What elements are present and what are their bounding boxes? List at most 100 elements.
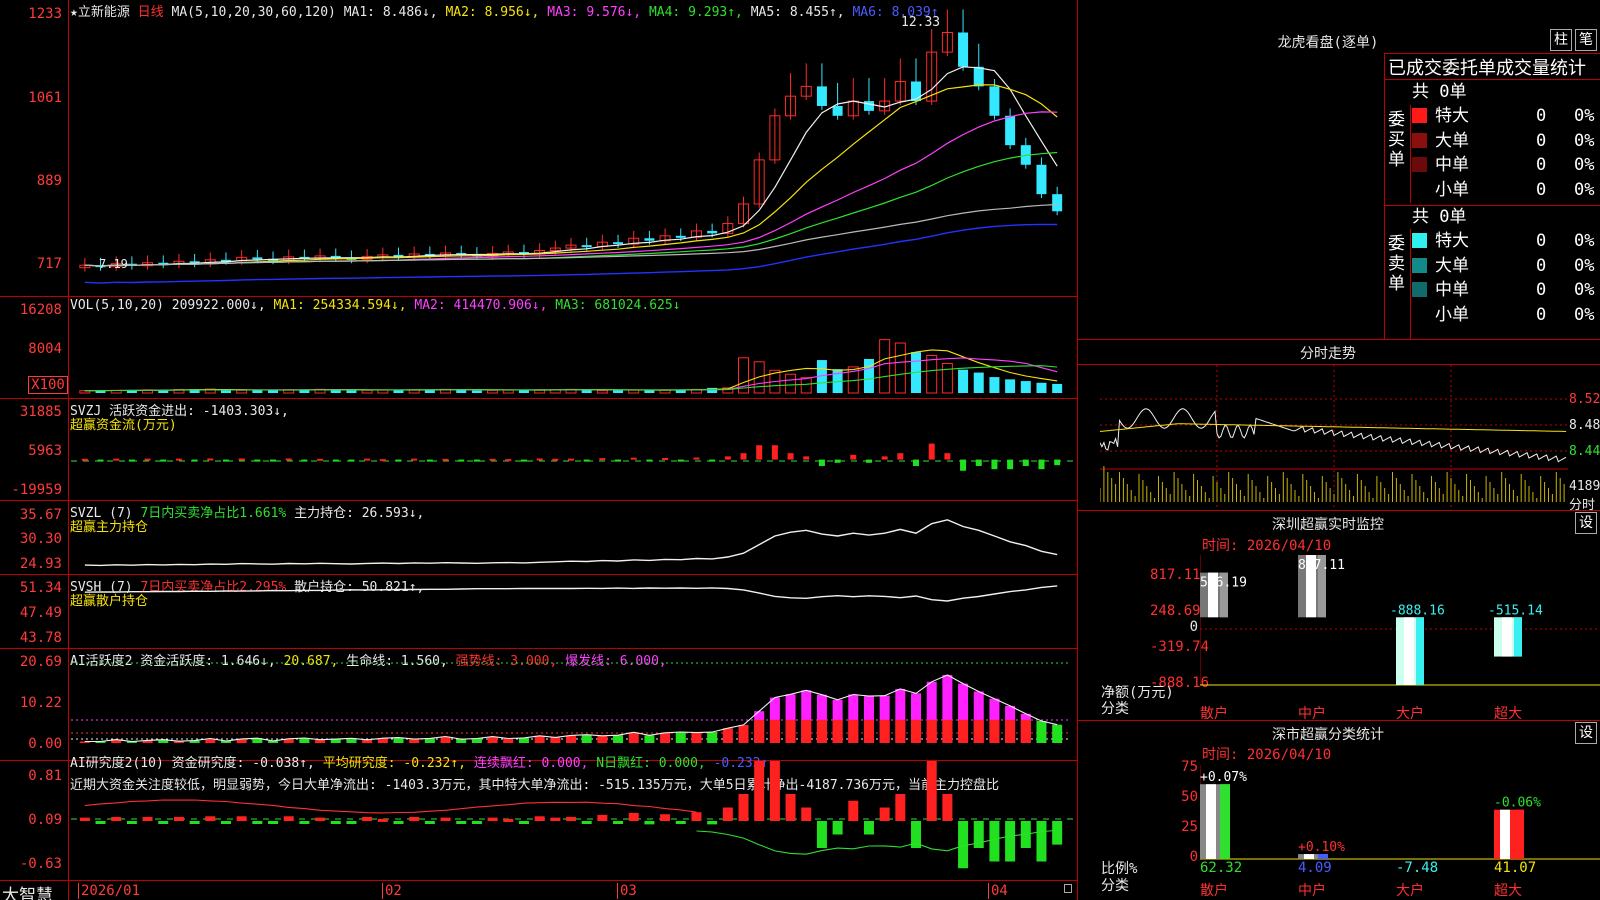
classify-bottom-value: 4.09	[1298, 860, 1332, 876]
svzj-bar	[897, 453, 903, 459]
buy-total: 共 0单	[1412, 80, 1466, 104]
svzl-ytick: 35.67	[0, 507, 62, 523]
order-type: 特大	[1435, 231, 1469, 251]
ai1-bar	[613, 735, 623, 743]
classify-bottom-value: 41.07	[1494, 860, 1536, 876]
ai1-bar	[707, 732, 717, 743]
lhb-bar-button[interactable]: 柱	[1550, 29, 1572, 51]
monitor-chart: 586.19817.11-888.16 -515.14	[1200, 555, 1600, 700]
bar-edge	[1220, 784, 1230, 859]
order-type: 大单	[1435, 131, 1469, 151]
svzj-bar	[788, 453, 794, 459]
svzj-bar	[333, 460, 339, 462]
ai1-bar	[1052, 725, 1062, 743]
monitor-value-label: -888.16	[1390, 603, 1445, 618]
ai1-bar	[644, 735, 654, 743]
sidebar-divider	[1077, 510, 1600, 511]
ai2-bar	[566, 817, 576, 821]
ai1-bar-base	[911, 720, 921, 743]
svzl-ytick: 24.93	[0, 556, 62, 572]
ai2-bar	[723, 808, 733, 822]
lhb-tick-button[interactable]: 笔	[1575, 29, 1597, 51]
candle-body	[252, 257, 262, 259]
svzj-bar	[176, 459, 182, 461]
color-swatch	[1412, 157, 1427, 172]
svzj-bar	[615, 460, 621, 462]
svzj-bar	[98, 460, 104, 462]
monitor-ytick: 817.11	[1150, 567, 1198, 583]
lock-icon[interactable]	[1064, 884, 1072, 893]
color-swatch	[1412, 133, 1427, 148]
volume-bar	[488, 390, 498, 393]
svzj-bar	[443, 459, 449, 461]
ai2-bar	[550, 818, 560, 821]
order-type: 大单	[1435, 256, 1469, 276]
ai1-bar-base	[974, 720, 984, 743]
ai2-bar	[754, 761, 764, 821]
candle-body	[974, 67, 984, 87]
svzj-bar	[913, 460, 919, 466]
candlestick-chart[interactable]: 12.33 7.19	[69, 0, 1077, 296]
monitor-settings-button[interactable]: 设	[1575, 512, 1597, 534]
order-row-2: 中单 0 0%	[1412, 278, 1598, 302]
classify-pct-label: -0.06%	[1494, 796, 1541, 811]
ai2-ytick: -0.63	[0, 856, 62, 872]
svzj-bar	[803, 456, 809, 459]
ai2-bar	[127, 821, 137, 824]
high-mark: 12.33	[901, 15, 940, 30]
classify-category: 大户	[1396, 880, 1424, 900]
monitor-value-label: 817.11	[1298, 558, 1345, 573]
ai2-bar	[927, 761, 937, 821]
x-axis-divider	[0, 880, 1077, 881]
order-pct: 0%	[1574, 254, 1594, 278]
ai2-bar	[848, 801, 858, 821]
svzj-bar	[348, 460, 354, 462]
bar-highlight	[1404, 617, 1414, 685]
volume-bar	[707, 388, 717, 393]
svzj-bar	[1007, 460, 1013, 470]
svzj-bar	[490, 459, 496, 461]
volume-bar	[942, 363, 952, 393]
candle-body	[833, 106, 843, 116]
classify-settings-button[interactable]: 设	[1575, 722, 1597, 744]
lhb-subtitle: 已成交委托单成交量统计	[1388, 54, 1586, 80]
ai2-bar	[739, 794, 749, 821]
ai2-bar	[268, 821, 278, 824]
lhb-title: 龙虎看盘(逐单)	[1078, 32, 1578, 52]
classify-category: 超大	[1494, 880, 1522, 900]
lhb-vdivider	[1410, 105, 1411, 203]
svzj-bar	[395, 460, 401, 462]
intraday-chart[interactable]	[1100, 365, 1568, 510]
ai1-bar	[1036, 721, 1046, 743]
svzj-bar	[521, 460, 527, 462]
bar-highlight	[1502, 617, 1512, 656]
volume-bar	[895, 343, 905, 393]
volume-bar	[613, 390, 623, 393]
main-ytick: 1233	[0, 6, 62, 22]
svzj-bar	[427, 460, 433, 462]
volume-bar	[989, 377, 999, 393]
ai2-bar	[158, 821, 168, 824]
candle-body	[613, 242, 623, 244]
classify-category: 中户	[1298, 880, 1326, 900]
svzj-bar	[882, 456, 888, 459]
svzj-bar	[286, 458, 292, 460]
ai2-bar	[1005, 821, 1015, 862]
svzj-bar	[82, 459, 88, 461]
ai1-bar	[535, 736, 545, 743]
ai2-bar	[393, 821, 403, 824]
volume-bar	[880, 340, 890, 393]
ai1-bar	[409, 739, 419, 743]
ai2-bar	[190, 821, 200, 824]
volume-bar	[1005, 379, 1015, 393]
volume-bar	[237, 390, 247, 393]
ai2-bar	[456, 821, 466, 824]
volume-bar	[597, 391, 607, 393]
svzl-ytick: 30.30	[0, 531, 62, 547]
vol-unit-badge[interactable]: X100	[28, 376, 68, 394]
candle-body	[676, 236, 686, 238]
ai2-bar	[362, 817, 372, 821]
ai1-bar-base	[864, 720, 874, 743]
svzj-ytick: 5963	[0, 443, 62, 459]
svzj-bar	[317, 459, 323, 461]
